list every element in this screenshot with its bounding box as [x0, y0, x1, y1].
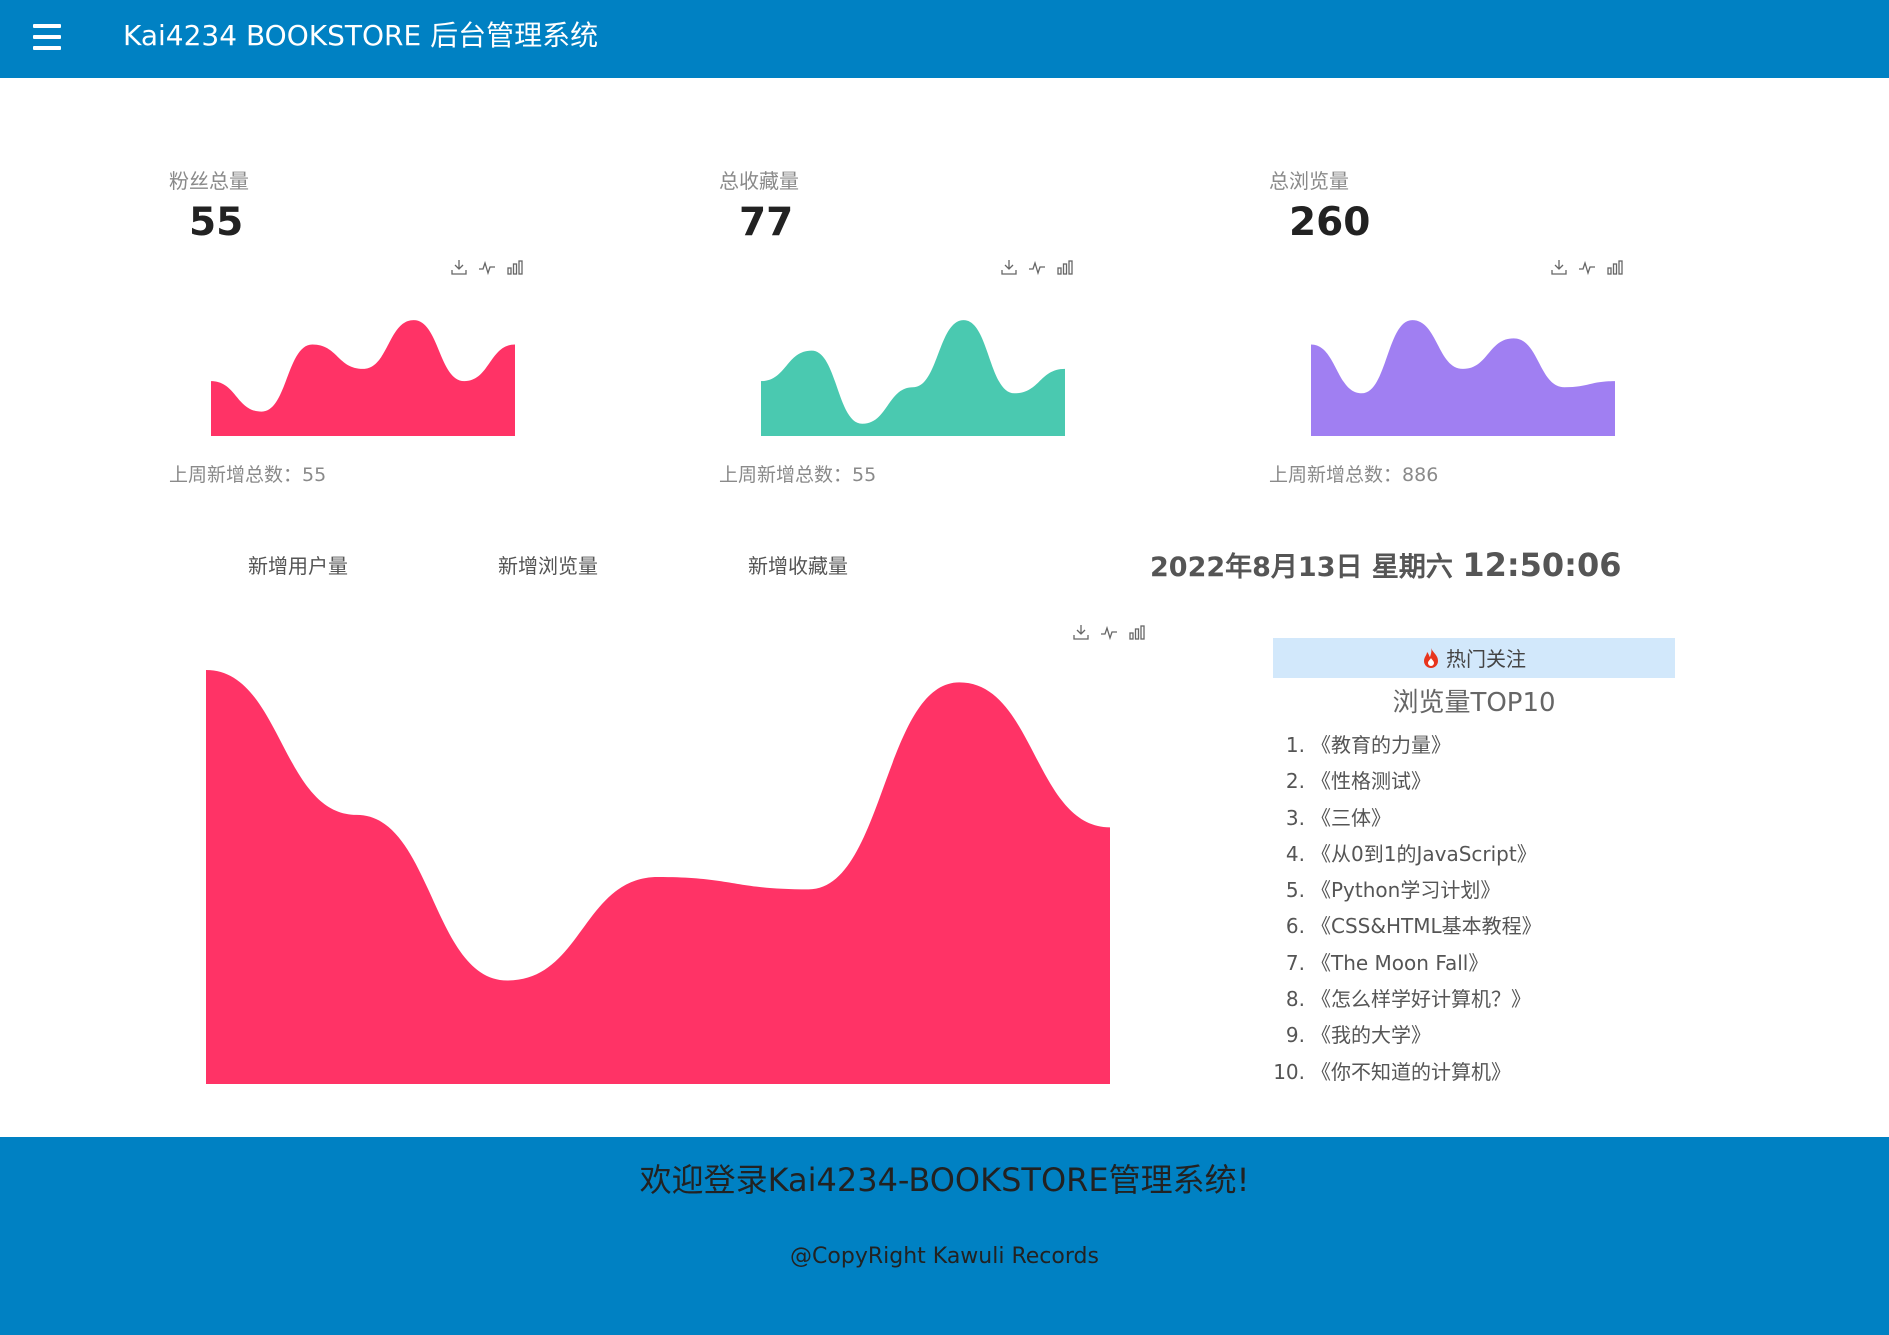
list-item[interactable]: 9. 《我的大学》	[1273, 1017, 1675, 1053]
area-series	[211, 320, 515, 436]
tab-new-collections[interactable]: 新增收藏量	[748, 550, 848, 579]
list-item-rank: 3.	[1285, 805, 1305, 830]
list-item[interactable]: 2. 《性格测试》	[1273, 763, 1675, 799]
list-item-title: 《The Moon Fall》	[1311, 950, 1489, 975]
stat-footer-label: 上周新增总数：	[1269, 464, 1403, 486]
list-item-rank: 8.	[1285, 987, 1305, 1012]
list-item[interactable]: 10. 《你不知道的计算机》	[1273, 1054, 1675, 1090]
chart-toolbox	[1072, 623, 1146, 641]
main-area-chart	[206, 670, 1110, 1084]
footer-welcome: 欢迎登录Kai4234-BOOKSTORE管理系统!	[639, 1161, 1250, 1199]
chart-toolbox	[1000, 258, 1074, 276]
list-item-title: 《CSS&HTML基本教程》	[1311, 914, 1542, 939]
list-item[interactable]: 8. 《怎么样学好计算机？》	[1273, 981, 1675, 1017]
stat-footer: 上周新增总数：55	[719, 460, 876, 487]
line-chart-icon[interactable]	[1100, 623, 1118, 641]
download-icon[interactable]	[1550, 258, 1568, 276]
list-item-rank: 1.	[1285, 733, 1305, 757]
stat-footer-label: 上周新增总数：	[719, 464, 853, 486]
footer-copyright: @CopyRight Kawuli Records	[790, 1244, 1099, 1269]
list-item-title: 《怎么样学好计算机？》	[1311, 987, 1531, 1012]
hamburger-menu-icon[interactable]	[30, 24, 64, 54]
area-series	[1311, 320, 1615, 436]
list-item-rank: 4.	[1285, 841, 1305, 866]
mini-area-chart	[761, 320, 1065, 436]
chart-toolbox	[450, 258, 524, 276]
download-icon[interactable]	[1000, 258, 1018, 276]
stat-footer-value: 55	[852, 464, 877, 486]
tab-new-users[interactable]: 新增用户量	[248, 550, 348, 579]
stat-footer-value: 55	[302, 464, 327, 486]
list-item[interactable]: 5. 《Python学习计划》	[1273, 872, 1675, 908]
bar-chart-icon[interactable]	[1056, 258, 1074, 276]
stat-footer: 上周新增总数：55	[169, 460, 326, 487]
hot-panel-header: 热门关注	[1273, 638, 1675, 678]
stat-card-collect: 总收藏量 77 上周新增总数：55	[719, 150, 1119, 500]
stat-card-views: 总浏览量 260 上周新增总数：886	[1269, 150, 1669, 500]
mini-area-chart	[1311, 320, 1615, 436]
stat-label: 总收藏量	[719, 169, 799, 193]
hot-panel: 热门关注 浏览量TOP10 1. 《教育的力量》 2. 《性格测试》 3. 《三体》 4. 《…	[1273, 638, 1675, 1090]
list-item-title: 《性格测试》	[1311, 769, 1431, 794]
fire-icon	[1422, 641, 1440, 683]
list-item-rank: 9.	[1285, 1023, 1305, 1048]
stat-footer: 上周新增总数：886	[1269, 460, 1438, 487]
footer: 欢迎登录Kai4234-BOOKSTORE管理系统! @CopyRight Ka…	[0, 1137, 1889, 1335]
list-item[interactable]: 4. 《从0到1的JavaScript》	[1273, 836, 1675, 872]
download-icon[interactable]	[450, 258, 468, 276]
area-series	[206, 670, 1110, 1084]
list-item-rank: 5.	[1285, 878, 1305, 903]
current-time: 12:50:06	[1462, 546, 1622, 584]
hot-list-title: 浏览量TOP10	[1392, 688, 1556, 718]
list-item-title: 《三体》	[1311, 805, 1391, 830]
list-item-rank: 6.	[1285, 914, 1305, 939]
list-item-rank: 10.	[1273, 1059, 1305, 1084]
list-item-title: 《从0到1的JavaScript》	[1311, 841, 1537, 866]
chart-toolbox	[1550, 258, 1624, 276]
list-item[interactable]: 1. 《教育的力量》	[1273, 727, 1675, 763]
top-header: Kai4234 BOOKSTORE 后台管理系统	[0, 0, 1889, 78]
stat-value: 260	[1289, 200, 1371, 245]
list-item-title: 《我的大学》	[1311, 1023, 1431, 1048]
list-item[interactable]: 7. 《The Moon Fall》	[1273, 945, 1675, 981]
hot-panel-header-text: 热门关注	[1446, 647, 1526, 671]
bar-chart-icon[interactable]	[1128, 623, 1146, 641]
bar-chart-icon[interactable]	[1606, 258, 1624, 276]
mini-area-chart	[211, 320, 515, 436]
stat-label: 粉丝总量	[169, 169, 249, 193]
stat-value: 55	[189, 200, 244, 245]
hot-list: 1. 《教育的力量》 2. 《性格测试》 3. 《三体》 4. 《从0到1的JavaScrip…	[1273, 727, 1675, 1090]
area-series	[761, 320, 1065, 436]
tab-new-views[interactable]: 新增浏览量	[498, 550, 598, 579]
stat-label: 总浏览量	[1269, 169, 1349, 193]
stat-card-fans: 粉丝总量 55 上周新增总数：55	[169, 150, 569, 500]
list-item-title: 《教育的力量》	[1311, 733, 1451, 757]
stat-footer-value: 886	[1402, 464, 1439, 486]
list-item[interactable]: 3. 《三体》	[1273, 800, 1675, 836]
app-title: Kai4234 BOOKSTORE 后台管理系统	[123, 19, 599, 52]
line-chart-icon[interactable]	[1578, 258, 1596, 276]
list-item[interactable]: 6. 《CSS&HTML基本教程》	[1273, 908, 1675, 944]
list-item-rank: 2.	[1285, 769, 1305, 794]
list-item-title: 《你不知道的计算机》	[1311, 1059, 1511, 1084]
list-item-rank: 7.	[1285, 950, 1305, 975]
stat-value: 77	[739, 200, 794, 245]
line-chart-icon[interactable]	[478, 258, 496, 276]
list-item-title: 《Python学习计划》	[1311, 878, 1501, 903]
current-date: 2022年8月13日 星期六	[1150, 552, 1453, 583]
stat-footer-label: 上周新增总数：	[169, 464, 303, 486]
line-chart-icon[interactable]	[1028, 258, 1046, 276]
current-datetime: 2022年8月13日 星期六 12:50:06	[1150, 545, 1622, 584]
bar-chart-icon[interactable]	[506, 258, 524, 276]
download-icon[interactable]	[1072, 623, 1090, 641]
